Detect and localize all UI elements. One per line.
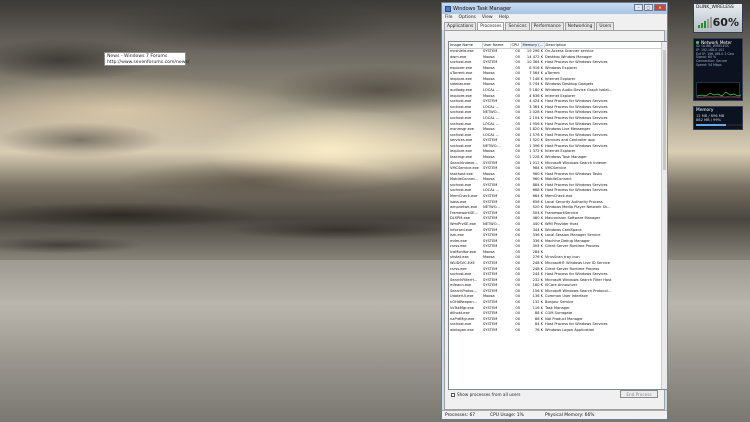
tab-applications[interactable]: Applications: [444, 22, 477, 30]
status-memory: Physical Memory: 66%: [545, 412, 595, 418]
tab-users[interactable]: Users: [596, 22, 615, 30]
network-meter-title: Network Meter: [701, 40, 732, 45]
memory-title: Memory: [696, 108, 714, 113]
menu-bar: File Options View Help: [442, 14, 667, 21]
show-all-label: Show processes from all users: [457, 392, 521, 397]
processes-panel: Image Name User Name CPU Memory (... Des…: [444, 30, 668, 410]
network-info-line: Speed: 54 Mbps: [696, 62, 722, 67]
tab-services[interactable]: Services: [505, 22, 530, 30]
window-title: Windows Task Manager: [453, 5, 512, 12]
memory-bar: [696, 124, 742, 126]
cell-cpu: 00: [515, 327, 520, 332]
memory-bar-fill: [696, 124, 727, 126]
tooltip-url: http://www.sevenforums.com/news/: [107, 60, 190, 65]
memory-free: 882 MB / 99%: [696, 118, 722, 122]
cell-description: Windows Logon Application: [545, 327, 595, 332]
wireless-name: DLINK_WIRELESS: [696, 5, 734, 10]
wireless-percent: 60%: [712, 16, 739, 29]
cell-image-name: winlogon.exe: [450, 327, 474, 332]
task-manager-icon: [445, 5, 451, 12]
show-all-processes[interactable]: Show processes from all users: [451, 392, 520, 397]
network-graph: [696, 82, 742, 98]
table-row[interactable]: winlogon.exe SYSTEM 00 76 K Windows Logon Ap…: [449, 328, 667, 334]
status-cpu: CPU Usage: 1%: [490, 412, 524, 418]
title-bar[interactable]: Windows Task Manager – □ ✕: [442, 3, 667, 14]
menu-view[interactable]: View: [482, 15, 493, 20]
tab-performance[interactable]: Performance: [530, 22, 564, 30]
show-all-checkbox[interactable]: [451, 392, 455, 397]
status-bar: Processes: 67 CPU Usage: 1% Physical Mem…: [442, 410, 667, 419]
tab-strip: Applications Processes Services Performa…: [442, 21, 667, 30]
maximize-button[interactable]: □: [644, 4, 653, 11]
tab-processes[interactable]: Processes: [477, 22, 505, 30]
close-button[interactable]: ✕: [654, 4, 666, 11]
tab-networking[interactable]: Networking: [564, 22, 596, 30]
memory-gadget[interactable]: Memory 12 MB / 896 MB 882 MB / 99%: [693, 106, 743, 130]
scrollbar-thumb[interactable]: [663, 50, 666, 170]
minimize-button[interactable]: –: [634, 4, 643, 11]
task-manager-window[interactable]: Windows Task Manager – □ ✕ File Options …: [441, 2, 668, 420]
menu-help[interactable]: Help: [499, 15, 509, 20]
status-processes: Processes: 67: [445, 412, 476, 418]
menu-options[interactable]: Options: [459, 15, 476, 20]
taskbar-tooltip: News - Windows 7 Forums http://www.seven…: [104, 52, 190, 66]
network-meter-gadget[interactable]: Network Meter ID: DLINK_WIRELESS IP: 192…: [693, 38, 743, 101]
signal-bars-icon: [698, 17, 712, 28]
menu-file[interactable]: File: [445, 15, 453, 20]
wireless-gadget[interactable]: DLINK_WIRELESS 60%: [693, 3, 743, 33]
cell-user-name: SYSTEM: [483, 327, 498, 332]
cell-image-name: wmpnetwk.exe: [450, 205, 478, 210]
status-dot-icon: [696, 41, 699, 44]
process-list[interactable]: Image Name User Name CPU Memory (... Des…: [448, 41, 668, 390]
cell-image-name: MemCheck.exe: [450, 194, 478, 199]
vertical-scrollbar[interactable]: [661, 42, 667, 389]
end-process-button[interactable]: End Process: [620, 390, 658, 398]
cell-memory: 76 K: [534, 327, 543, 332]
cell-image-name: VMCService.exe: [450, 166, 479, 171]
